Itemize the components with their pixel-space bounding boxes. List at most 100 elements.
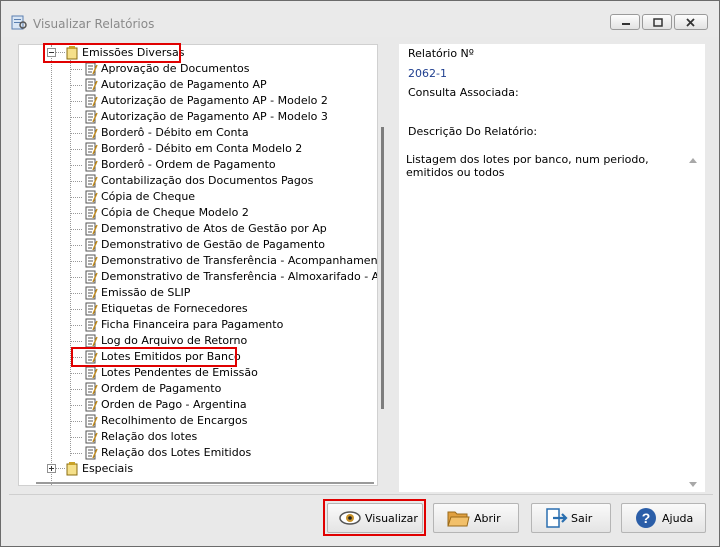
- report-document-icon: [84, 110, 98, 124]
- tree-item-label: Borderô - Débito em Conta: [101, 126, 249, 139]
- abrir-button[interactable]: Abrir: [433, 503, 519, 533]
- open-folder-icon: [446, 507, 470, 532]
- app-icon: [11, 14, 27, 30]
- minimize-icon: [622, 23, 630, 25]
- tree-item-label: Borderô - Débito em Conta Modelo 2: [101, 142, 303, 155]
- minimize-button[interactable]: [610, 14, 640, 30]
- tree-item-label: Ficha Financeira para Pagamento: [101, 318, 284, 331]
- tree-horizontal-scrollbar[interactable]: [36, 482, 374, 484]
- tree-item-label: Borderô - Ordem de Pagamento: [101, 158, 276, 171]
- tree-item-label: Orden de Pago - Argentina: [101, 398, 247, 411]
- tree-item-label: Autorização de Pagamento AP: [101, 78, 267, 91]
- tree-guide-line: [71, 117, 82, 118]
- window-title: Visualizar Relatórios: [33, 17, 155, 31]
- tree-guide-line: [71, 421, 82, 422]
- tree-guide-line: [71, 293, 82, 294]
- tree-guide-line: [71, 277, 82, 278]
- tree-guide-line: [71, 341, 82, 342]
- expand-toggle[interactable]: [47, 464, 56, 473]
- highlight-box-group: [43, 43, 181, 63]
- report-document-icon: [84, 414, 98, 428]
- tree-item-label: Aprovação de Documentos: [101, 62, 250, 75]
- tree-guide-line: [71, 453, 82, 454]
- report-document-icon: [84, 94, 98, 108]
- button-label: Ajuda: [662, 512, 694, 525]
- tree-guide-line: [71, 405, 82, 406]
- report-number-label: Relatório Nº: [408, 47, 474, 60]
- tree-item-label: Relação dos lotes: [101, 430, 198, 443]
- tree-guide-line: [71, 69, 82, 70]
- tree-guide-line: [71, 309, 82, 310]
- tree-guide-line: [71, 245, 82, 246]
- report-document-icon: [84, 142, 98, 156]
- folder-clipboard-icon: [65, 462, 79, 476]
- tree-guide-line: [71, 85, 82, 86]
- scroll-up-arrow-icon[interactable]: [688, 155, 698, 167]
- report-details-panel: Relatório Nº 2062-1 Consulta Associada: …: [399, 44, 705, 492]
- report-document-icon: [84, 286, 98, 300]
- report-document-icon: [84, 126, 98, 140]
- report-document-icon: [84, 206, 98, 220]
- tree-guide-line: [71, 165, 82, 166]
- report-document-icon: [84, 334, 98, 348]
- tree-guide-line: [56, 468, 65, 469]
- tree-item-label: Cópia de Cheque Modelo 2: [101, 206, 249, 219]
- tree-item-label: Demonstrativo de Gestão de Pagamento: [101, 238, 325, 251]
- tree-vertical-scrollbar[interactable]: [381, 127, 384, 409]
- svg-text:?: ?: [642, 510, 651, 526]
- description-line: Listagem dos lotes por banco, num period…: [406, 153, 649, 166]
- report-document-icon: [84, 254, 98, 268]
- tree-guide-line: [71, 437, 82, 438]
- report-document-icon: [84, 318, 98, 332]
- report-document-icon: [84, 270, 98, 284]
- tree-guide-line: [71, 389, 82, 390]
- tree-item-label: Etiquetas de Fornecedores: [101, 302, 248, 315]
- tree-item-label: Demonstrativo de Transferência - Acompan…: [101, 254, 378, 267]
- tree-guide-line: [71, 133, 82, 134]
- tree-guide-line: [71, 229, 82, 230]
- close-button[interactable]: [674, 14, 708, 30]
- tree-guide-line: [71, 373, 82, 374]
- tree-guide-line: [71, 197, 82, 198]
- tree-item-label: Autorização de Pagamento AP - Modelo 3: [101, 110, 328, 123]
- tree-item-label: Demonstrativo de Atos de Gestão por Ap: [101, 222, 327, 235]
- close-icon: [686, 18, 695, 27]
- highlight-box-selected: [71, 347, 237, 367]
- tree-guide-line: [70, 60, 71, 456]
- tree-guide-line: [51, 45, 52, 485]
- tree-item-label: Recolhimento de Encargos: [101, 414, 248, 427]
- tree-guide-line: [71, 149, 82, 150]
- description-line: emitidos ou todos: [406, 166, 505, 179]
- description-text[interactable]: Listagem dos lotes por banco, num period…: [403, 152, 687, 490]
- ajuda-button[interactable]: ? Ajuda: [621, 503, 706, 533]
- tree-item-label: Emissão de SLIP: [101, 286, 191, 299]
- sair-button[interactable]: Sair: [531, 503, 611, 533]
- highlight-box-button: [323, 499, 426, 536]
- report-number-value: 2062-1: [408, 67, 447, 80]
- report-document-icon: [84, 430, 98, 444]
- query-label: Consulta Associada:: [408, 86, 519, 99]
- report-document-icon: [84, 222, 98, 236]
- report-document-icon: [84, 238, 98, 252]
- button-label: Sair: [571, 512, 593, 525]
- tree-item-label: Cópia de Cheque: [101, 190, 196, 203]
- tree-guide-line: [71, 213, 82, 214]
- tree-item-label: Lotes Pendentes de Emissão: [101, 366, 258, 379]
- maximize-icon: [653, 18, 663, 27]
- report-document-icon: [84, 190, 98, 204]
- report-tree[interactable]: Emissões Diversas Aprovação de Documento…: [18, 44, 378, 486]
- scroll-down-arrow-icon[interactable]: [688, 480, 698, 492]
- tree-group-label: Especiais: [82, 462, 134, 475]
- report-document-icon: [84, 62, 98, 76]
- maximize-button[interactable]: [642, 14, 672, 30]
- report-document-icon: [84, 174, 98, 188]
- report-document-icon: [84, 382, 98, 396]
- tree-item-label: Ordem de Pagamento: [101, 382, 222, 395]
- tree-guide-line: [71, 261, 82, 262]
- title-bar: Visualizar Relatórios: [1, 1, 719, 37]
- report-document-icon: [84, 302, 98, 316]
- report-document-icon: [84, 366, 98, 380]
- exit-door-icon: [544, 507, 568, 532]
- tree-item-label: Demonstrativo de Transferência - Almoxar…: [101, 270, 378, 283]
- report-viewer-window: Visualizar Relatórios Emissões Diversas …: [0, 0, 720, 547]
